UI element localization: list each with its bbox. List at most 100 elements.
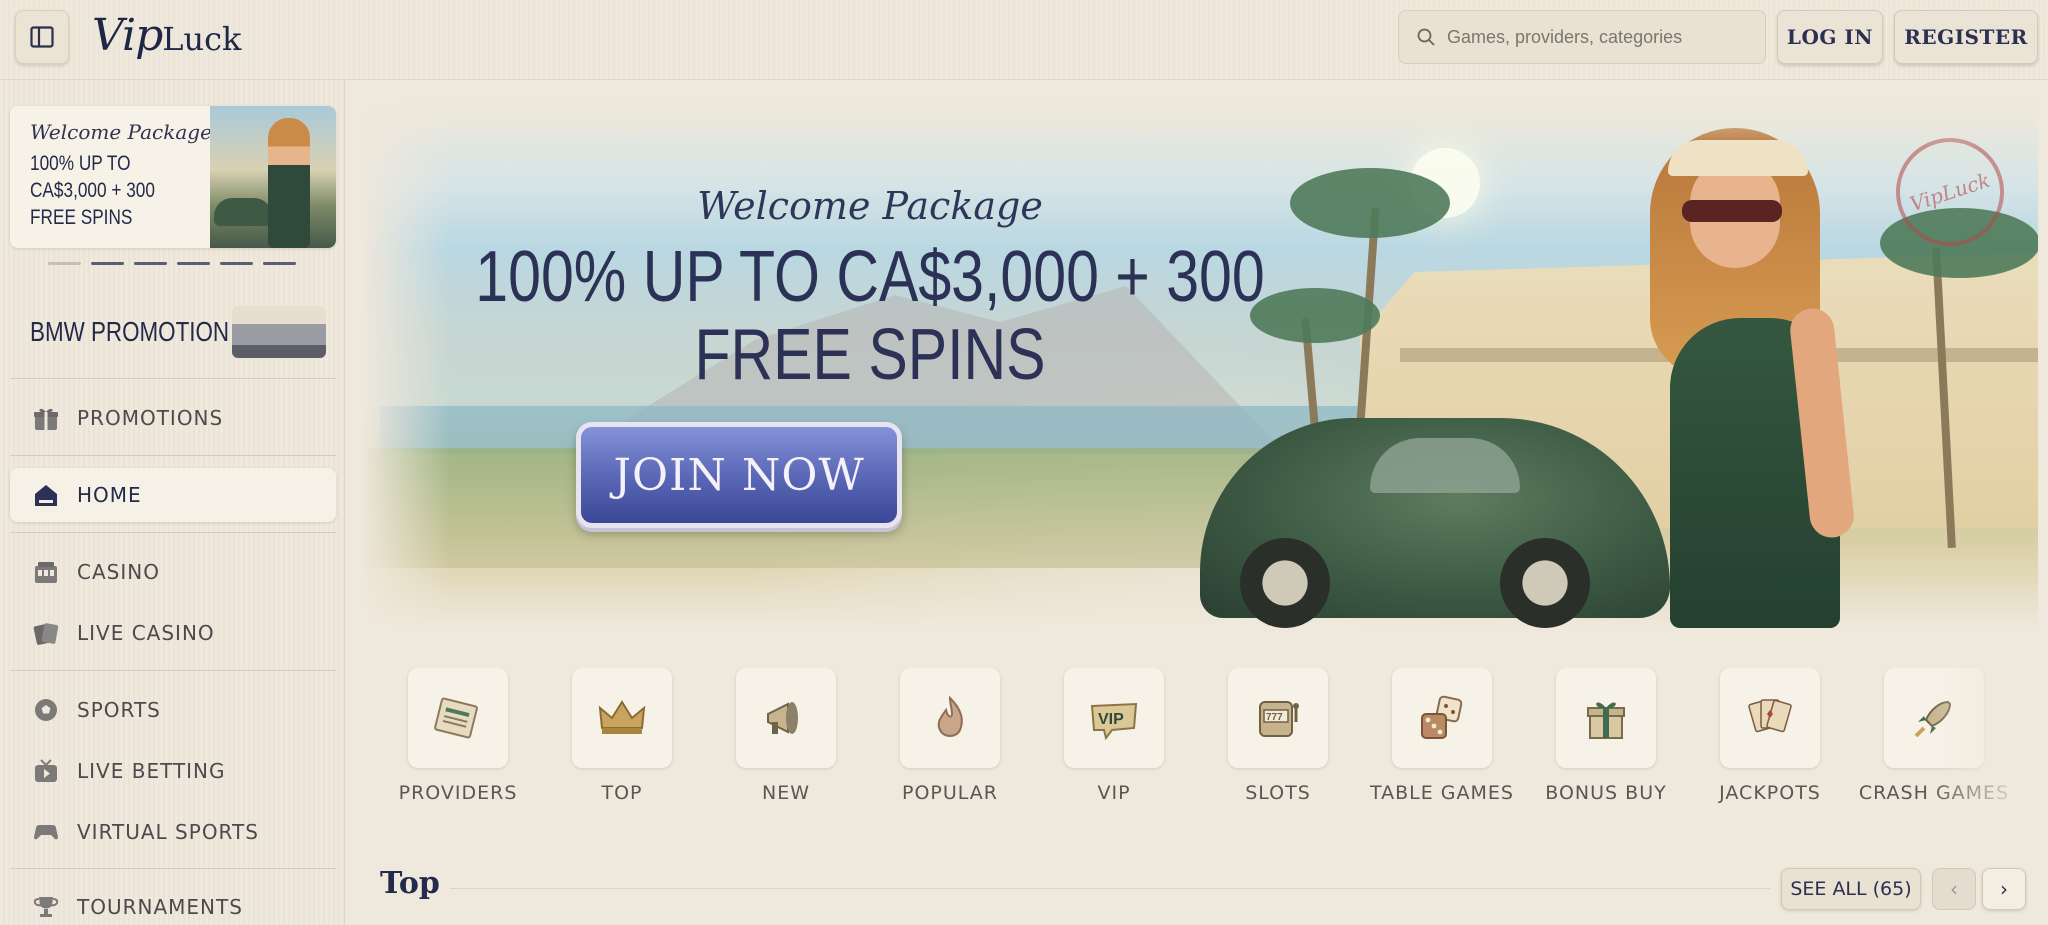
- search-icon: [1417, 28, 1435, 46]
- car-wheel: [1240, 538, 1330, 628]
- bmw-promotion-link[interactable]: BMW PROMOTION: [10, 296, 336, 368]
- home-icon: [32, 481, 60, 509]
- car-wheel: [1500, 538, 1590, 628]
- logo-vip: Vip: [92, 10, 163, 61]
- welcome-promo-card[interactable]: Welcome Package 100% UP TO CA$3,000 + 30…: [10, 106, 336, 248]
- category-tile: 777: [1228, 668, 1328, 768]
- scroll-next-button[interactable]: ›: [1982, 868, 2026, 910]
- sidebar-item-label: HOME: [77, 483, 142, 507]
- category-bonus-buy[interactable]: BONUS BUY: [1524, 668, 1688, 807]
- carousel-dot[interactable]: [263, 262, 296, 265]
- hero-banner[interactable]: VipLuck Welcome Package 100% UP TO CA$3,…: [360, 88, 2038, 628]
- crown-icon: [598, 700, 646, 734]
- sidebar-item-home[interactable]: HOME: [10, 468, 336, 522]
- search-box[interactable]: [1398, 10, 1766, 64]
- sidebar-item-label: PROMOTIONS: [77, 406, 224, 430]
- hero-fade-left: [360, 88, 450, 628]
- sidebar-divider: [10, 532, 336, 533]
- category-strip: PROVIDERS TOP NEW POPULAR VIP VIP 777 SL…: [360, 668, 2038, 838]
- tv-icon: [32, 757, 60, 785]
- hero-fade-top: [360, 88, 2038, 148]
- top-header: Vip Luck LOG IN REGISTER: [0, 0, 2048, 80]
- register-button[interactable]: REGISTER: [1894, 10, 2038, 64]
- gift-box-icon: [1587, 702, 1625, 739]
- carousel-dot[interactable]: [91, 262, 124, 265]
- category-table-games[interactable]: TABLE GAMES: [1360, 668, 1524, 807]
- promo-script-title: Welcome Package: [30, 120, 212, 144]
- join-now-button[interactable]: JOIN NOW: [576, 422, 902, 528]
- chevron-right-icon: ›: [2000, 877, 2008, 901]
- sidebar-item-live-casino[interactable]: LIVE CASINO: [10, 606, 336, 660]
- carousel-dot[interactable]: [48, 262, 81, 265]
- sidebar-icon: [30, 26, 54, 48]
- sidebar-item-live-betting[interactable]: LIVE BETTING: [10, 744, 336, 798]
- site-logo[interactable]: Vip Luck: [92, 10, 241, 66]
- promo-car-image: [214, 198, 272, 226]
- logo-luck: Luck: [162, 20, 242, 58]
- category-tile: [1720, 668, 1820, 768]
- category-tile: [408, 668, 508, 768]
- category-label: POPULAR: [902, 782, 998, 804]
- section-divider: [450, 888, 1770, 889]
- sidebar-item-label: SPORTS: [77, 698, 161, 722]
- sidebar-divider: [10, 378, 336, 379]
- sidebar-toggle-button[interactable]: [15, 10, 69, 64]
- category-label: NEW: [761, 782, 810, 804]
- category-label: PROVIDERS: [398, 782, 518, 804]
- category-tile: [572, 668, 672, 768]
- category-label: JACKPOTS: [1719, 782, 1821, 804]
- sidebar-item-virtual-sports[interactable]: VIRTUAL SPORTS: [10, 805, 336, 859]
- flame-icon: [937, 695, 963, 737]
- category-vip[interactable]: VIP VIP: [1032, 668, 1196, 807]
- carousel-dot[interactable]: [220, 262, 253, 265]
- carousel-dot[interactable]: [134, 262, 167, 265]
- promo-offer-text: 100% UP TO CA$3,000 + 300 FREE SPINS: [30, 152, 155, 229]
- see-all-button[interactable]: SEE ALL (65): [1781, 868, 1921, 910]
- category-tile: VIP: [1064, 668, 1164, 768]
- sidebar-item-label: LIVE CASINO: [77, 621, 215, 645]
- category-new[interactable]: NEW: [704, 668, 868, 807]
- chevron-left-icon: ‹: [1950, 877, 1958, 901]
- sidebar-item-promotions[interactable]: PROMOTIONS: [10, 391, 336, 445]
- vip-icon: VIP: [1090, 702, 1138, 741]
- carousel-dot[interactable]: [177, 262, 210, 265]
- sidebar-item-sports[interactable]: SPORTS: [10, 683, 336, 737]
- category-label: VIP: [1097, 782, 1131, 804]
- ball-icon: [32, 696, 60, 724]
- scroll-prev-button[interactable]: ‹: [1932, 868, 1976, 910]
- promo-woman-image: [268, 118, 310, 248]
- login-button[interactable]: LOG IN: [1777, 10, 1883, 64]
- category-label: BONUS BUY: [1545, 782, 1667, 804]
- sidebar-divider: [10, 670, 336, 671]
- sidebar-item-label: VIRTUAL SPORTS: [77, 820, 259, 844]
- svg-text:VIP: VIP: [1098, 711, 1124, 728]
- category-jackpots[interactable]: JACKPOTS: [1688, 668, 1852, 807]
- category-label: SLOTS: [1245, 782, 1311, 804]
- section-title-top: Top: [380, 866, 440, 901]
- category-top[interactable]: TOP: [540, 668, 704, 807]
- category-strip-fade: [1928, 668, 2038, 838]
- dice-icon: [1421, 695, 1463, 739]
- newspaper-icon: [434, 697, 478, 739]
- sidebar-item-casino[interactable]: CASINO: [10, 545, 336, 599]
- sidebar-item-tournaments[interactable]: TOURNAMENTS: [10, 880, 336, 925]
- search-input[interactable]: [1447, 26, 1747, 48]
- category-popular[interactable]: POPULAR: [868, 668, 1032, 807]
- promo-image: [210, 106, 336, 248]
- category-label: TABLE GAMES: [1370, 782, 1514, 804]
- category-tile: [1556, 668, 1656, 768]
- category-providers[interactable]: PROVIDERS: [376, 668, 540, 807]
- bmw-car-image: [232, 306, 326, 358]
- woman-sunglasses: [1682, 200, 1782, 222]
- trophy-icon: [32, 893, 60, 921]
- hero-script-title: Welcome Package: [697, 184, 1043, 228]
- hero-offer-title: 100% UP TO CA$3,000 + 300 FREE SPINS: [452, 238, 1288, 394]
- casino-icon: [32, 558, 60, 586]
- sidebar-item-label: TOURNAMENTS: [77, 895, 243, 919]
- category-slots[interactable]: 777 SLOTS: [1196, 668, 1360, 807]
- hero-woman-image: [1610, 118, 1880, 628]
- sidebar-divider: [10, 455, 336, 456]
- bmw-promotion-label: BMW PROMOTION: [30, 316, 230, 347]
- gift-icon: [32, 404, 60, 432]
- sidebar: Welcome Package 100% UP TO CA$3,000 + 30…: [0, 80, 345, 925]
